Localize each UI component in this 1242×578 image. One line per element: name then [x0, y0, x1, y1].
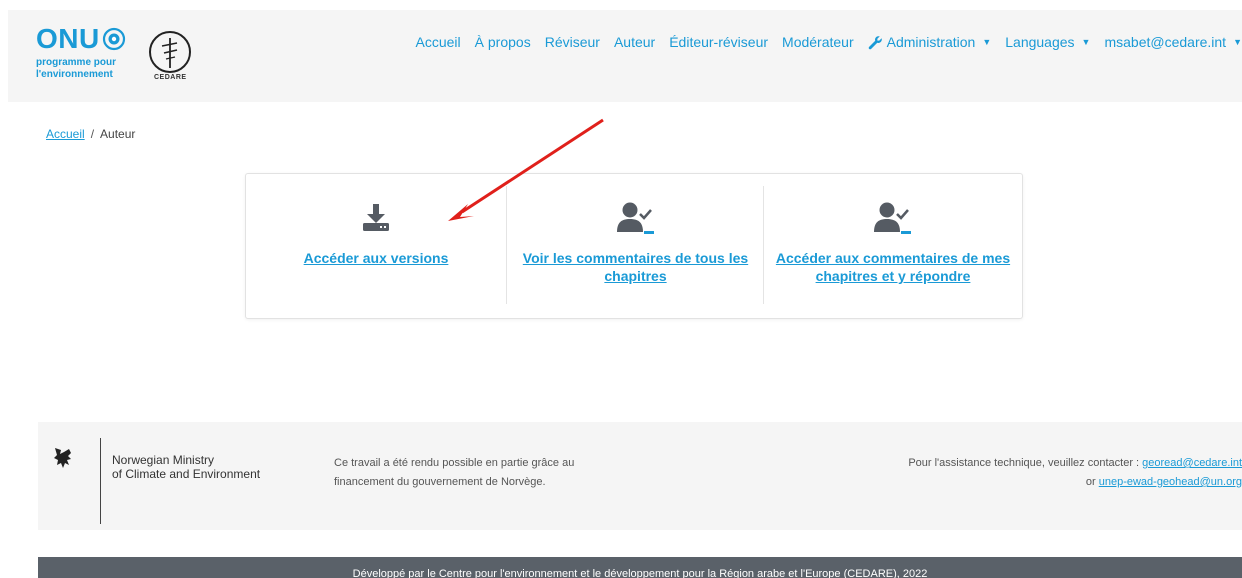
contact-email-link[interactable]: georead@cedare.int: [1142, 457, 1242, 469]
user-check-icon: [874, 202, 911, 234]
funding-line-1: Ce travail a été rendu possible en parti…: [334, 457, 575, 469]
site-header: ONU programme pour l'environnement CEDAR…: [8, 10, 1242, 102]
contact-or: or: [1085, 476, 1099, 488]
norwegian-ministry-logo: Norwegian Ministry of Climate and Enviro…: [112, 453, 260, 481]
wrench-icon: [868, 35, 882, 49]
nav-user-dropdown[interactable]: msabet@cedare.int ▼: [1104, 34, 1242, 50]
nav-languages-dropdown[interactable]: Languages ▼: [1005, 34, 1090, 50]
my-chapter-comments-link[interactable]: Accéder aux commentaires de mes chapitre…: [774, 249, 1012, 285]
unep-logo[interactable]: ONU programme pour l'environnement: [36, 24, 144, 94]
funding-note: Ce travail a été rendu possible en parti…: [334, 454, 634, 492]
cedar-tree-icon: [149, 31, 191, 73]
contact-text: Pour l'assistance technique, veuillez co…: [908, 457, 1143, 469]
nav-languages-label: Languages: [1005, 34, 1075, 50]
nav-moderateur[interactable]: Modérateur: [782, 34, 854, 50]
breadcrumb-home-link[interactable]: Accueil: [46, 127, 85, 141]
un-emblem-icon: [102, 27, 126, 51]
download-icon: [363, 204, 389, 231]
cedare-wordmark: CEDARE: [154, 74, 187, 81]
card-my-comments: Accéder aux commentaires de mes chapitre…: [763, 186, 1022, 304]
chevron-down-icon: ▼: [1081, 37, 1091, 47]
nav-administration-dropdown[interactable]: Administration ▼: [868, 34, 992, 50]
user-check-icon: [616, 202, 654, 234]
footer-divider: [100, 438, 101, 524]
chevron-down-icon: ▼: [982, 37, 992, 47]
author-actions-card: Accéder aux versions Voir les commentair…: [245, 173, 1023, 319]
nav-user-label: msabet@cedare.int: [1104, 34, 1227, 50]
breadcrumb: Accueil / Auteur: [46, 127, 135, 141]
nav-editeur-reviseur[interactable]: Éditeur-réviseur: [669, 34, 768, 50]
cedare-logo[interactable]: CEDARE: [146, 26, 198, 88]
breadcrumb-current: Auteur: [100, 127, 136, 141]
site-footer: Norwegian Ministry of Climate and Enviro…: [38, 422, 1242, 530]
unep-subtitle: programme pour l'environnement: [36, 57, 117, 80]
nav-reviseur[interactable]: Réviseur: [545, 34, 600, 50]
onu-wordmark: ONU: [36, 23, 100, 54]
nav-auteur[interactable]: Auteur: [614, 34, 655, 50]
contact-email-2-link[interactable]: unep-ewad-geohead@un.org: [1099, 476, 1242, 488]
main-nav: Accueil À propos Réviseur Auteur Éditeur…: [402, 32, 1242, 52]
breadcrumb-separator: /: [90, 127, 95, 141]
ministry-line-1: Norwegian Ministry: [112, 453, 215, 467]
technical-contact: Pour l'assistance technique, veuillez co…: [908, 454, 1242, 492]
nav-a-propos[interactable]: À propos: [475, 34, 531, 50]
nav-administration-label: Administration: [886, 34, 976, 50]
annotation-arrow-icon: [448, 118, 604, 221]
norway-lion-crest-icon: [54, 448, 71, 468]
access-versions-link[interactable]: Accéder aux versions: [256, 249, 496, 267]
view-all-chapter-comments-link[interactable]: Voir les commentaires de tous les chapit…: [517, 249, 754, 285]
credits-bar: Développé par le Centre pour l'environne…: [38, 557, 1242, 578]
funding-line-2: financement du gouvernement de Norvège.: [334, 476, 546, 488]
chevron-down-icon: ▼: [1233, 37, 1242, 47]
ministry-line-2: of Climate and Environment: [112, 467, 261, 481]
nav-accueil[interactable]: Accueil: [416, 34, 461, 50]
